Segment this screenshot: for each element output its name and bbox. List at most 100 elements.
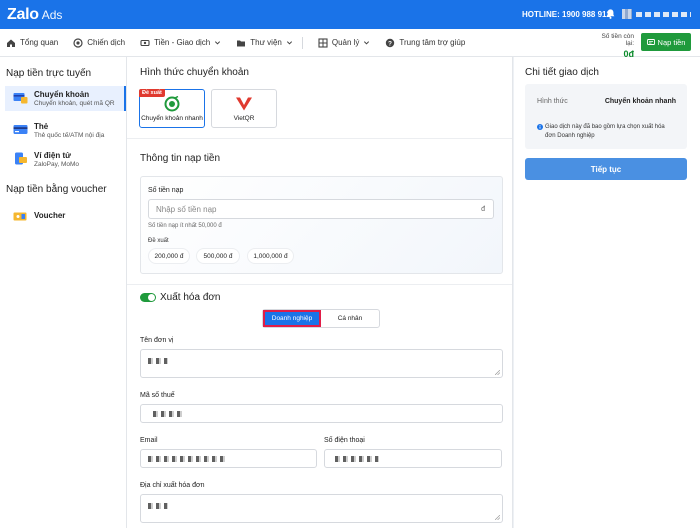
topup-button-label: Nạp tiền: [657, 37, 686, 47]
topup-info-title: Thông tin nạp tiền: [140, 153, 221, 164]
suggestion-chip[interactable]: 200,000 đ: [148, 248, 190, 264]
method-value: Chuyển khoản nhanh: [604, 98, 676, 105]
sidebar-item-title: Thẻ: [34, 122, 49, 131]
chevron-down-icon: [364, 41, 370, 45]
logo-sub: Ads: [41, 7, 63, 22]
avatar[interactable]: [622, 9, 632, 19]
invoice-type-personal[interactable]: Cá nhân: [321, 310, 379, 327]
home-icon: [7, 39, 15, 47]
invoice-note: Giao dịch này đã bao gồm lựa chọn xuất h…: [545, 124, 665, 139]
method-card-vietqr[interactable]: VietQR: [211, 89, 277, 128]
top-bar: Zalo Ads HOTLINE: 1900 988 912: [0, 0, 700, 29]
method-card-label: Chuyển khoản nhanh: [141, 115, 203, 122]
account-name[interactable]: [636, 12, 691, 17]
suggestion-chip[interactable]: 1,000,000 đ: [247, 248, 294, 264]
ewallet-icon: [15, 152, 27, 165]
zalo-ads-logo[interactable]: Zalo Ads: [7, 6, 62, 24]
suggestion-chip[interactable]: 500,000 đ: [196, 248, 240, 264]
hotline-text: HOTLINE: 1900 988 912: [522, 10, 611, 19]
tax-code-field[interactable]: [140, 404, 503, 423]
method-card-label: VietQR: [233, 115, 255, 122]
sidebar-item-voucher[interactable]: Voucher: [5, 205, 126, 227]
sidebar-item-title: Chuyển khoản: [34, 90, 90, 99]
nav-overview-label: Tổng quan: [20, 38, 59, 47]
nav-manage[interactable]: Quản lý: [318, 37, 371, 48]
nav-divider: [301, 36, 303, 49]
sidebar-item-subtitle: Chuyển khoản, quét mã QR: [34, 100, 115, 107]
voucher-icon: [13, 212, 27, 221]
nav-overview[interactable]: Tổng quan: [6, 38, 58, 48]
sidebar: Nạp tiền trực tuyến Chuyển khoản Chuyển …: [0, 57, 126, 528]
method-card-fast-transfer[interactable]: Đề xuất Chuyển khoản nhanh: [139, 89, 205, 128]
email-field[interactable]: [140, 449, 317, 468]
currency-unit: đ: [481, 206, 485, 213]
sidebar-item-card[interactable]: Thẻ Thẻ quốc tế/ATM nội địa: [5, 118, 126, 143]
amount-placeholder: Nhập số tiền nạp: [156, 205, 217, 214]
nav-library[interactable]: Thư viện: [236, 38, 293, 48]
chevron-down-icon: [286, 41, 292, 45]
company-name-field[interactable]: [140, 349, 503, 378]
sidebar-item-title: Ví điện tử: [34, 151, 71, 160]
amount-hint: Số tiền nạp ít nhất 50,000 đ: [148, 223, 222, 229]
email-label: Email: [140, 437, 158, 444]
invoice-type-selector: Doanh nghiệp Cá nhân: [262, 309, 380, 328]
redacted-value: [335, 456, 379, 462]
credit-card-icon: [13, 125, 28, 134]
nav-help-label: Trung tâm trợ giúp: [399, 38, 466, 47]
resize-handle-icon: [495, 370, 500, 375]
sidebar-item-subtitle: Thẻ quốc tế/ATM nội địa: [34, 132, 105, 139]
info-icon: [537, 124, 543, 130]
folder-icon: [237, 40, 246, 46]
transaction-detail-title: Chi tiết giao dịch: [525, 67, 599, 78]
transaction-detail-box: Hình thức Chuyển khoản nhanh Giao dịch n…: [525, 84, 687, 149]
balance-label: Số tiền còn lại:: [601, 33, 634, 47]
main-panel: Hình thức chuyển khoản Đề xuất Chuyển kh…: [126, 57, 513, 528]
bank-card-icon: [13, 93, 28, 104]
method-label: Hình thức: [537, 98, 568, 105]
phone-label: Số điện thoại: [324, 437, 365, 444]
logo-main: Zalo: [7, 5, 39, 23]
invoice-toggle[interactable]: [140, 293, 156, 302]
continue-button[interactable]: Tiếp tục: [525, 158, 687, 180]
vietqr-logo-icon: [236, 97, 252, 111]
amount-label: Số tiền nạp: [148, 187, 184, 194]
fast-transfer-icon: [164, 96, 180, 112]
nav-help[interactable]: ? Trung tâm trợ giúp: [385, 38, 465, 48]
target-icon: [73, 37, 83, 48]
phone-field[interactable]: [324, 449, 502, 468]
sidebar-item-title: Voucher: [34, 211, 66, 220]
tax-code-label: Mã số thuế: [140, 392, 175, 399]
section-divider: [127, 138, 512, 139]
nav-money-label: Tiền - Giao dịch: [154, 38, 211, 47]
nav-money[interactable]: Tiền - Giao dịch: [140, 38, 221, 48]
section-divider: [127, 284, 512, 285]
sidebar-section-voucher: Nạp tiền bằng voucher: [6, 184, 107, 195]
money-icon: [140, 39, 150, 46]
transaction-detail-panel: Chi tiết giao dịch Hình thức Chuyển khoả…: [514, 57, 700, 528]
grid-icon: [318, 37, 328, 48]
address-label: Địa chỉ xuất hóa đơn: [140, 482, 205, 489]
invoice-label: Xuất hóa đơn: [160, 292, 221, 303]
invoice-type-business[interactable]: Doanh nghiệp: [263, 310, 321, 327]
redacted-value: [148, 503, 168, 509]
amount-input[interactable]: Nhập số tiền nạp đ: [148, 199, 494, 219]
redacted-value: [148, 358, 168, 364]
chevron-down-icon: [215, 41, 221, 45]
sidebar-item-subtitle: ZaloPay, MoMo: [34, 161, 80, 168]
address-field[interactable]: [140, 494, 503, 523]
nav-manage-label: Quản lý: [331, 38, 360, 47]
sidebar-item-bank-transfer[interactable]: Chuyển khoản Chuyển khoản, quét mã QR: [5, 86, 126, 111]
nav-campaigns[interactable]: Chiến dịch: [73, 37, 126, 48]
redacted-value: [148, 456, 226, 462]
svg-text:?: ?: [388, 40, 392, 47]
recommended-badge: Đề xuất: [139, 89, 165, 97]
balance-display: Số tiền còn lại: 0đ: [593, 33, 634, 59]
bell-icon[interactable]: [605, 8, 616, 20]
sidebar-section-online: Nạp tiền trực tuyến: [6, 68, 92, 79]
topup-button[interactable]: Nạp tiền: [641, 33, 691, 51]
nav-library-label: Thư viện: [250, 38, 282, 47]
nav-campaigns-label: Chiến dịch: [87, 38, 126, 47]
suggest-label: Đề xuất: [148, 238, 169, 244]
sidebar-item-ewallet[interactable]: Ví điện tử ZaloPay, MoMo: [5, 147, 126, 172]
redacted-value: [153, 411, 185, 417]
